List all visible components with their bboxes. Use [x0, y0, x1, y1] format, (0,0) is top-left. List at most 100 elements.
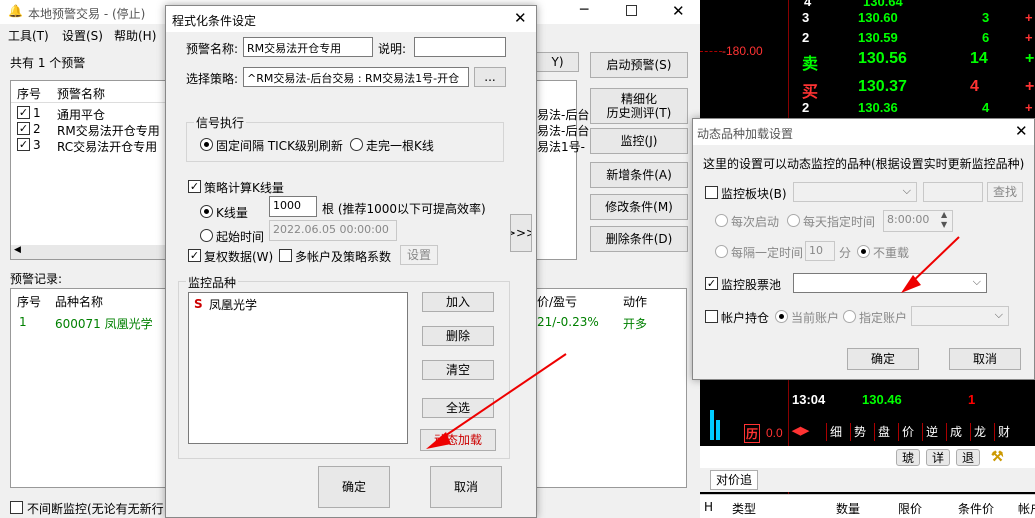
tab-0[interactable]: 细: [826, 423, 845, 441]
top-level: 4: [804, 0, 812, 9]
monitor-list[interactable]: S 凤凰光学: [188, 292, 408, 444]
alert-row[interactable]: ✓ 2 RM交易法开仓专用: [11, 121, 171, 138]
strategy-browse-button[interactable]: ...: [474, 67, 506, 87]
add-condition-button[interactable]: 新增条件(A): [590, 162, 688, 188]
row-check[interactable]: ✓: [17, 138, 30, 151]
cond-close-icon[interactable]: ✕: [514, 9, 527, 27]
log-row-name: 600071 凤凰光学: [55, 317, 153, 331]
menu-settings[interactable]: 设置(S): [62, 27, 103, 44]
log-col-pnl[interactable]: 价/盈亏: [537, 293, 577, 310]
alert-row[interactable]: ✓ 3 RC交易法开仓专用: [11, 137, 171, 154]
add-button[interactable]: 加入: [422, 292, 494, 312]
stock-pool-check[interactable]: ✓: [705, 277, 718, 290]
settings-button[interactable]: 设置: [400, 245, 438, 265]
dyn-ok-button[interactable]: 确定: [847, 348, 919, 370]
log-col-action[interactable]: 动作: [623, 293, 647, 310]
start-time-input[interactable]: 2022.06.05 00:00:00: [269, 220, 397, 241]
log-col-seq[interactable]: 序号: [17, 293, 41, 310]
strategy-input[interactable]: ^RM交易法-后台交易 : RM交易法1号-开仓: [243, 67, 469, 87]
search-button[interactable]: 查找: [987, 182, 1023, 202]
order-col-type[interactable]: 类型: [732, 500, 756, 517]
row-check[interactable]: ✓: [17, 122, 30, 135]
tab-2[interactable]: 盘: [874, 423, 893, 441]
acct-hold-check[interactable]: [705, 310, 718, 323]
col-seq[interactable]: 序号: [17, 85, 41, 102]
desc-label: 说明:: [378, 42, 407, 56]
row-name: RC交易法开仓专用: [57, 140, 158, 154]
maximize-icon[interactable]: [626, 5, 637, 16]
row-check[interactable]: ✓: [17, 106, 30, 119]
board-check[interactable]: [705, 186, 718, 199]
remove-button[interactable]: 删除: [422, 326, 494, 346]
toolbar-btn-1[interactable]: 琥: [896, 449, 920, 466]
monitor-item[interactable]: 凤凰光学: [209, 296, 257, 313]
menu-help[interactable]: 帮助(H): [114, 27, 156, 44]
y-button[interactable]: Y): [537, 52, 579, 72]
h-scrollbar[interactable]: ◀: [11, 245, 169, 259]
dyn-close-icon[interactable]: ✕: [1015, 122, 1028, 140]
col-name[interactable]: 预警名称: [57, 85, 105, 102]
order-col-limit[interactable]: 限价: [898, 500, 922, 517]
tab-nav-icons[interactable]: ◀▶: [792, 424, 809, 437]
quote-volume: 4: [970, 78, 979, 95]
order-col-acct[interactable]: 帐户: [1018, 500, 1035, 517]
close-icon[interactable]: ✕: [672, 2, 685, 20]
tab-3[interactable]: 价: [898, 423, 917, 441]
scroll-left-icon[interactable]: ◀: [14, 245, 21, 255]
log-col-name[interactable]: 品种名称: [55, 293, 103, 310]
acct-select[interactable]: [911, 306, 1009, 326]
spec-acct-radio[interactable]: [843, 310, 856, 323]
start-alert-button[interactable]: 启动预警(S): [590, 52, 688, 78]
multi-acct-check[interactable]: [279, 249, 292, 262]
signal-bar-radio[interactable]: [350, 138, 363, 151]
monitor-button[interactable]: 监控(J): [590, 128, 688, 154]
kline-input[interactable]: 1000: [269, 196, 317, 217]
dyn-cancel-button[interactable]: 取消: [949, 348, 1021, 370]
minimize-icon[interactable]: ─: [580, 2, 588, 18]
menu-tools[interactable]: 工具(T): [8, 27, 49, 44]
alert-name-input[interactable]: RM交易法开仓专用: [243, 37, 373, 57]
row-seq: 1: [33, 106, 41, 120]
expand-button[interactable]: >>>: [510, 214, 532, 252]
order-col-cond[interactable]: 条件价: [958, 500, 994, 517]
edit-condition-button[interactable]: 修改条件(M): [590, 194, 688, 220]
reverse-button[interactable]: 对价追: [710, 470, 758, 490]
signal-bar-label: 走完一根K线: [366, 139, 434, 153]
cur-acct-radio[interactable]: [775, 310, 788, 323]
toolbar-btn-3[interactable]: 退: [956, 449, 980, 466]
tick-time: 13:04: [792, 392, 826, 407]
toolbar-btn-2[interactable]: 详: [926, 449, 950, 466]
continuous-monitor-check[interactable]: [10, 501, 23, 514]
each-start-radio[interactable]: [715, 214, 728, 227]
signal-fixed-radio[interactable]: [200, 138, 213, 151]
tab-5[interactable]: 成: [946, 423, 965, 441]
flip-icon[interactable]: 历: [744, 424, 761, 443]
daily-radio[interactable]: [787, 214, 800, 227]
start-time-radio[interactable]: [200, 229, 213, 242]
interval-radio[interactable]: [715, 245, 728, 258]
kline-radio[interactable]: [200, 205, 213, 218]
desc-input[interactable]: [414, 37, 506, 57]
board-search-input[interactable]: [923, 182, 983, 202]
no-reload-radio[interactable]: [857, 245, 870, 258]
order-col-qty[interactable]: 数量: [836, 500, 860, 517]
annotation-arrow-1: [426, 353, 567, 449]
alert-row[interactable]: ✓ 1 通用平仓: [11, 105, 171, 122]
tools-icon[interactable]: ⚒: [991, 448, 1004, 465]
tab-7[interactable]: 财: [994, 423, 1013, 441]
delete-condition-button[interactable]: 删除条件(D): [590, 226, 688, 252]
order-header: H 类型 数量 限价 条件价 帐户: [700, 494, 1035, 518]
history-eval-button[interactable]: 精细化 历史测评(T): [590, 88, 688, 124]
tab-1[interactable]: 势: [850, 423, 869, 441]
cond-cancel-button[interactable]: 取消: [430, 466, 502, 508]
time-spin-icon[interactable]: ▲ ▼: [941, 210, 947, 230]
calc-kline-check[interactable]: ✓: [188, 180, 201, 193]
tab-4[interactable]: 逆: [922, 423, 941, 441]
cond-ok-button[interactable]: 确定: [318, 466, 390, 508]
monitor-group-label: 监控品种: [186, 274, 239, 291]
history-eval-line1: 精细化: [620, 92, 657, 106]
interval-input[interactable]: 10: [805, 241, 835, 261]
restore-check[interactable]: ✓: [188, 249, 201, 262]
board-select[interactable]: [793, 182, 917, 202]
tab-6[interactable]: 龙: [970, 423, 989, 441]
